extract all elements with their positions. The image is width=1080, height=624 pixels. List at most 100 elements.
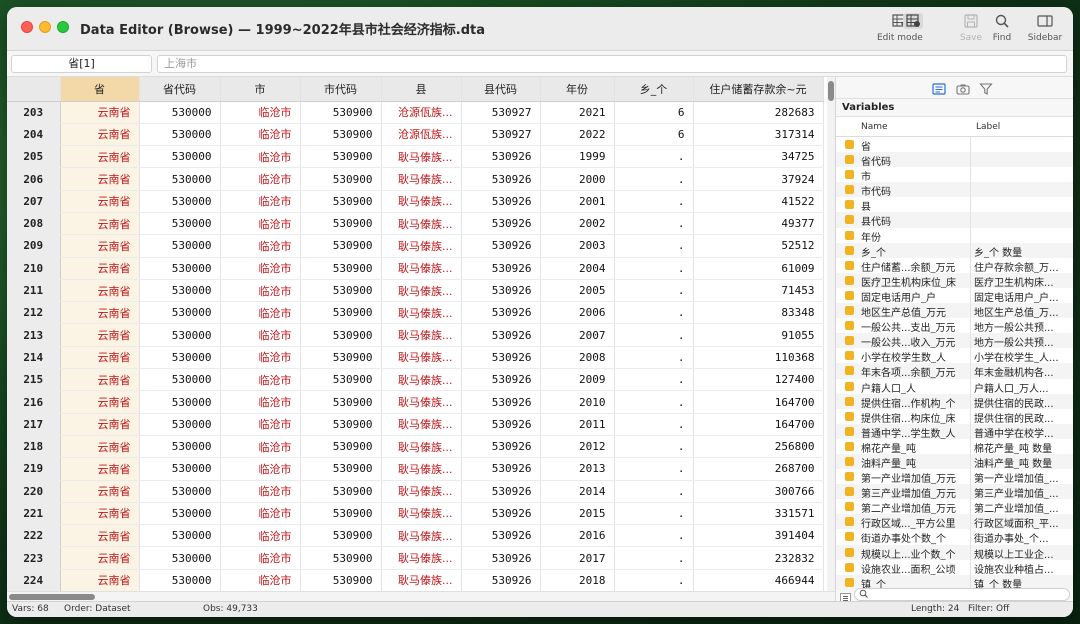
table-cell[interactable]: 沧源佤族... [381, 101, 462, 124]
table-cell[interactable]: . [614, 323, 694, 347]
table-cell[interactable]: 317314 [693, 123, 824, 147]
table-row[interactable]: 214 云南省 530000 临沧市 530900 耿马傣族... 530926 2008. 1… [7, 346, 824, 370]
table-row[interactable]: 204 云南省 530000 临沧市 530900 沧源佤族... 530927 2022 6 3… [7, 123, 824, 147]
table-cell[interactable]: 耿马傣族... [381, 390, 462, 414]
sidebar-button[interactable]: Sidebar [1025, 13, 1065, 49]
row-number[interactable]: 209 [7, 234, 61, 258]
table-cell[interactable]: 530926 [461, 190, 541, 213]
table-cell[interactable]: . [614, 457, 694, 481]
table-cell[interactable]: 云南省 [60, 257, 140, 280]
variable-row[interactable]: 固定电话用户_户 固定电话用户_户... [836, 287, 1073, 304]
table-cell[interactable]: 530926 [461, 234, 541, 258]
table-cell[interactable]: 530900 [300, 546, 382, 570]
variable-row[interactable]: 提供住宿...作机构_个 提供住宿的民政... [836, 393, 1073, 409]
column-header[interactable]: 省 [60, 77, 140, 102]
table-cell[interactable]: 530900 [300, 190, 382, 213]
table-row[interactable]: 213 云南省 530000 临沧市 530900 耿马傣族... 530926 2007. 9… [7, 323, 824, 347]
table-cell[interactable]: 466944 [693, 569, 824, 591]
table-cell[interactable]: 530000 [139, 301, 221, 325]
variable-row[interactable]: 市 [836, 167, 1073, 183]
column-header[interactable]: 县 [381, 77, 462, 102]
table-cell[interactable]: 临沧市 [220, 524, 301, 548]
table-cell[interactable]: 云南省 [60, 480, 140, 503]
variable-row[interactable]: 设施农业...面积_公顷 设施农业种植占... [836, 559, 1073, 575]
row-number[interactable]: 203 [7, 101, 61, 124]
table-cell[interactable]: 2014 [540, 480, 615, 503]
table-cell[interactable]: 2000 [540, 167, 615, 191]
row-number[interactable]: 205 [7, 145, 61, 169]
table-cell[interactable]: 云南省 [60, 323, 140, 347]
table-cell[interactable]: . [614, 145, 694, 169]
table-cell[interactable]: 530000 [139, 480, 221, 503]
table-cell[interactable]: 临沧市 [220, 480, 301, 503]
table-cell[interactable]: 2021 [540, 101, 615, 124]
table-cell[interactable]: 2010 [540, 390, 615, 414]
table-cell[interactable]: 530926 [461, 457, 541, 481]
row-number[interactable]: 212 [7, 301, 61, 325]
variable-row[interactable]: 棉花产量_吨 棉花产量_吨 数量 [836, 438, 1073, 454]
table-cell[interactable]: 530926 [461, 569, 541, 591]
table-cell[interactable]: 530900 [300, 346, 382, 370]
table-cell[interactable]: 临沧市 [220, 323, 301, 347]
table-cell[interactable]: 2009 [540, 368, 615, 392]
variable-checkbox[interactable] [845, 275, 854, 285]
table-cell[interactable]: 云南省 [60, 569, 140, 591]
table-cell[interactable]: 6 [614, 123, 694, 147]
table-cell[interactable]: 云南省 [60, 212, 140, 236]
table-row[interactable]: 219 云南省 530000 临沧市 530900 耿马傣族... 530926 2013. 2… [7, 457, 824, 481]
row-number[interactable]: 206 [7, 167, 61, 191]
table-cell[interactable]: 530900 [300, 145, 382, 169]
table-cell[interactable]: 530000 [139, 346, 221, 370]
variable-row[interactable]: 县代码 [836, 212, 1073, 228]
table-cell[interactable]: 164700 [693, 413, 824, 436]
column-header[interactable]: 住户储蓄存款余~元 [693, 77, 824, 102]
table-cell[interactable]: 2005 [540, 279, 615, 303]
table-cell[interactable]: 耿马傣族... [381, 212, 462, 236]
table-cell[interactable]: 530000 [139, 257, 221, 280]
row-number[interactable]: 220 [7, 480, 61, 503]
table-cell[interactable]: 沧源佤族... [381, 123, 462, 147]
variable-checkbox[interactable] [845, 140, 854, 149]
table-cell[interactable]: . [614, 569, 694, 591]
table-cell[interactable]: 云南省 [60, 190, 140, 213]
table-cell[interactable]: 530900 [300, 123, 382, 147]
close-window-button[interactable] [21, 21, 33, 33]
table-cell[interactable]: 530926 [461, 480, 541, 503]
table-row[interactable]: 223 云南省 530000 临沧市 530900 耿马傣族... 530926 2017. 2… [7, 546, 824, 570]
table-row[interactable]: 210 云南省 530000 临沧市 530900 耿马傣族... 530926 2004. 6… [7, 257, 824, 280]
table-cell[interactable]: 530000 [139, 457, 221, 481]
table-cell[interactable]: 530900 [300, 435, 382, 459]
maximize-window-button[interactable] [57, 21, 69, 33]
table-cell[interactable]: 临沧市 [220, 167, 301, 191]
table-cell[interactable]: 2004 [540, 257, 615, 280]
table-cell[interactable]: 530926 [461, 323, 541, 347]
row-number[interactable]: 219 [7, 457, 61, 481]
table-cell[interactable]: . [614, 413, 694, 436]
table-cell[interactable]: 530900 [300, 279, 382, 303]
table-cell[interactable]: 530926 [461, 257, 541, 280]
table-row[interactable]: 211 云南省 530000 临沧市 530900 耿马傣族... 530926 2005. 7… [7, 279, 824, 303]
row-number[interactable]: 204 [7, 123, 61, 147]
table-cell[interactable]: . [614, 524, 694, 548]
table-cell[interactable]: 530926 [461, 524, 541, 548]
name-column-header[interactable]: Name [861, 122, 888, 132]
row-number[interactable]: 218 [7, 435, 61, 459]
table-row[interactable]: 203 云南省 530000 临沧市 530900 沧源佤族... 530927 2021 6 2… [7, 101, 824, 124]
variable-row[interactable]: 街道办事处个数_个 街道办事处_个... [836, 529, 1073, 545]
table-cell[interactable]: 耿马傣族... [381, 323, 462, 347]
table-cell[interactable]: 云南省 [60, 301, 140, 325]
column-header[interactable]: 乡_个 [614, 77, 694, 102]
table-cell[interactable]: 530900 [300, 480, 382, 503]
variable-checkbox[interactable] [845, 411, 854, 421]
table-cell[interactable]: . [614, 257, 694, 280]
row-number[interactable]: 216 [7, 390, 61, 414]
row-number[interactable]: 213 [7, 323, 61, 347]
table-cell[interactable]: 530000 [139, 234, 221, 258]
table-cell[interactable]: 530000 [139, 413, 221, 436]
table-cell[interactable]: . [614, 546, 694, 570]
table-cell[interactable]: 530926 [461, 301, 541, 325]
label-column-header[interactable]: Label [976, 122, 1000, 132]
variable-checkbox[interactable] [845, 381, 854, 391]
table-cell[interactable]: 530926 [461, 546, 541, 570]
table-cell[interactable]: . [614, 167, 694, 191]
